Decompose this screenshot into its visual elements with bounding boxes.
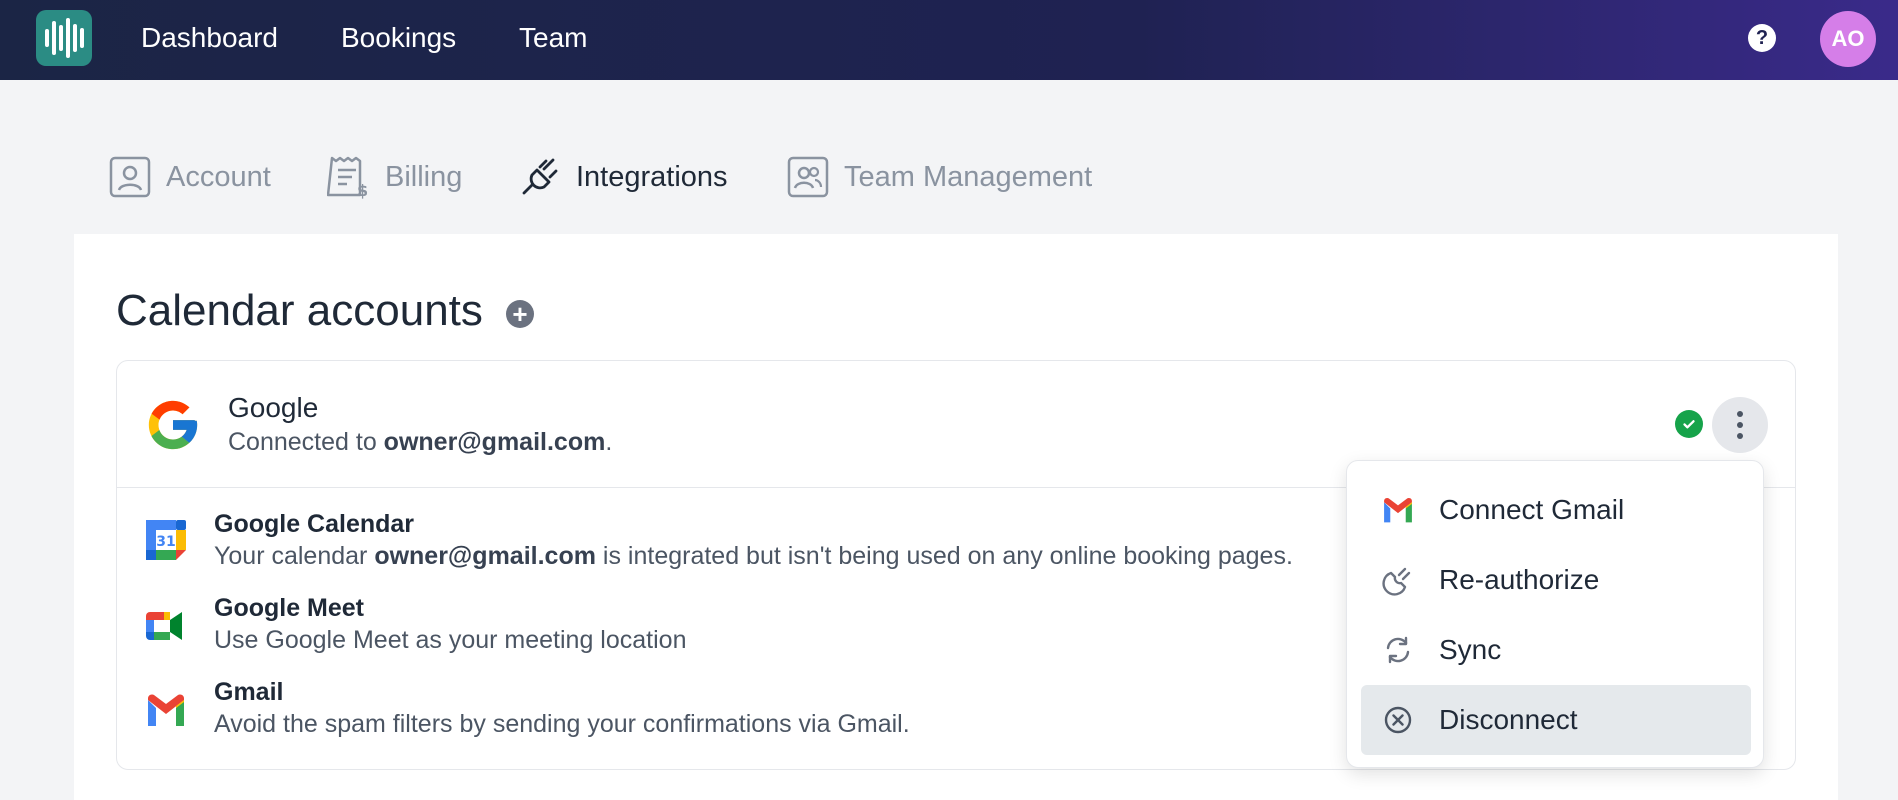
tab-billing-label: Billing xyxy=(385,160,463,193)
menu-item-label: Disconnect xyxy=(1439,704,1578,735)
menu-item-label: Sync xyxy=(1439,634,1502,665)
google-calendar-icon: 31 xyxy=(146,520,186,560)
receipt-icon: $ xyxy=(327,156,368,199)
tab-account-label: Account xyxy=(166,160,271,193)
service-name-gmail: Gmail xyxy=(214,678,284,706)
account-options-menu: Connect Gmail Re-authorize Sync Disconne… xyxy=(1346,460,1764,768)
avatar[interactable]: AO xyxy=(1820,11,1876,67)
app-logo[interactable] xyxy=(36,10,92,66)
account-connection-text: Connected to owner@gmail.com. xyxy=(228,428,613,456)
menu-item-label: Re-authorize xyxy=(1439,564,1600,595)
menu-item-label: Connect Gmail xyxy=(1439,494,1625,525)
menu-item-disconnect[interactable]: Disconnect xyxy=(1361,685,1751,755)
top-navbar: Dashboard Bookings Team ? AO xyxy=(0,0,1898,80)
tab-integrations[interactable]: Integrations xyxy=(518,155,728,199)
x-circle-icon xyxy=(1384,706,1412,734)
google-meet-icon xyxy=(146,612,182,640)
plug-icon xyxy=(1382,567,1411,596)
more-options-button[interactable] xyxy=(1712,397,1768,453)
gmail-icon xyxy=(1384,497,1412,523)
gmail-icon xyxy=(148,694,184,726)
sync-icon xyxy=(1386,636,1410,664)
connected-status-icon xyxy=(1675,410,1703,438)
page-title: Calendar accounts xyxy=(116,286,483,335)
tab-team-management[interactable]: Team Management xyxy=(786,155,1092,199)
google-logo-icon xyxy=(148,400,198,450)
nav-link-bookings[interactable]: Bookings xyxy=(341,22,456,54)
plug-icon xyxy=(522,158,558,195)
help-icon[interactable]: ? xyxy=(1748,24,1776,52)
svg-text:31: 31 xyxy=(156,534,175,550)
account-email: owner@gmail.com xyxy=(383,428,606,456)
service-desc-google-meet: Use Google Meet as your meeting location xyxy=(214,626,687,654)
nav-link-team[interactable]: Team xyxy=(519,22,587,54)
service-name-google-meet: Google Meet xyxy=(214,594,365,622)
menu-item-connect-gmail[interactable]: Connect Gmail xyxy=(1361,475,1751,545)
service-desc-gmail: Avoid the spam filters by sending your c… xyxy=(214,710,910,738)
nav-link-dashboard[interactable]: Dashboard xyxy=(141,22,278,54)
service-desc-google-calendar: Your calendar owner@gmail.com is integra… xyxy=(214,542,1293,570)
users-square-icon xyxy=(787,156,829,198)
add-calendar-icon[interactable]: + xyxy=(506,300,534,328)
svg-text:$: $ xyxy=(357,181,368,199)
tab-integrations-label: Integrations xyxy=(576,160,728,193)
user-square-icon xyxy=(109,156,151,198)
tab-team-management-label: Team Management xyxy=(844,160,1093,193)
service-name-google-calendar: Google Calendar xyxy=(214,510,415,538)
tab-billing[interactable]: $ Billing xyxy=(327,155,462,199)
account-provider-name: Google xyxy=(228,392,319,423)
tab-account[interactable]: Account xyxy=(108,155,271,199)
menu-item-sync[interactable]: Sync xyxy=(1361,615,1751,685)
menu-item-re-authorize[interactable]: Re-authorize xyxy=(1361,545,1751,615)
